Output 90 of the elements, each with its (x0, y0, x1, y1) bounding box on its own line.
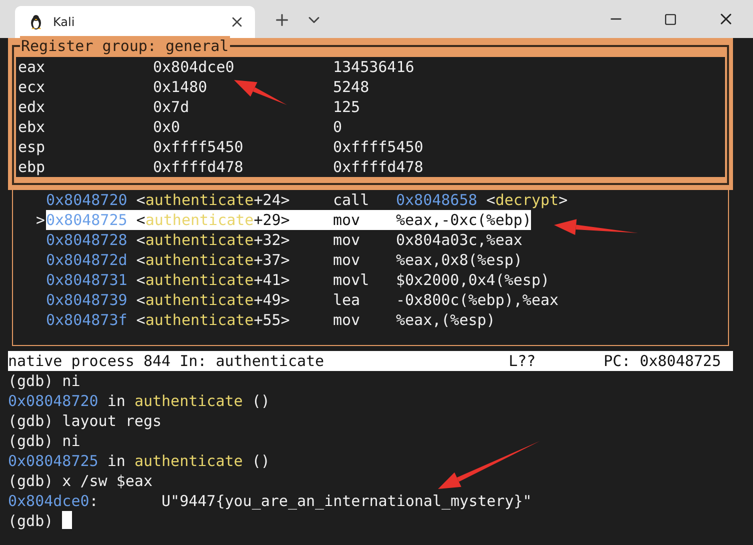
asm-text: +41> (254, 271, 290, 289)
register-hex-value: 0x0 (153, 117, 180, 137)
asm-symbol: authenticate (145, 251, 254, 269)
register-name: ebp (18, 157, 46, 177)
asm-address: 0x804873f (46, 311, 128, 329)
asm-text: < (135, 211, 146, 229)
console-address: 0x08048725 (8, 451, 98, 471)
asm-operand-text: %eax,0x8(%esp) (396, 251, 522, 269)
asm-text: < (135, 271, 146, 289)
asm-mnemonic: lea (333, 290, 360, 310)
asm-text: < (135, 251, 146, 269)
register-name: esp (18, 137, 46, 157)
asm-address: 0x8048725 (46, 211, 128, 229)
asm-symbol: authenticate (145, 211, 254, 229)
asm-text: +29> (254, 211, 290, 229)
console-text: (gdb) x /sw $eax (8, 471, 152, 491)
status-pc: PC: 0x8048725 (604, 351, 722, 371)
register-value: 134536416 (333, 57, 414, 77)
asm-operand-text: -0x800c(%ebp),%eax (396, 291, 559, 309)
console-text: () (250, 451, 270, 471)
asm-mnemonic: mov (333, 230, 360, 250)
asm-address: 0x804872d (46, 251, 128, 269)
console-symbol: authenticate (134, 451, 243, 471)
register-name: eax (18, 57, 46, 77)
asm-mnemonic: movl (333, 270, 370, 290)
register-panel-title: Register group: general (20, 36, 230, 56)
asm-text: +32> (254, 231, 290, 249)
console-address: 0x08048720 (8, 391, 98, 411)
register-name: edx (18, 97, 46, 117)
console-text: : U"9447{you_are_an_international_mystery}" (89, 491, 532, 511)
console-text: in (106, 451, 126, 471)
status-process: native process 844 In: authenticate (8, 351, 326, 371)
console-address: 0x804dce0 (8, 491, 90, 511)
register-hex-value: 0x7d (153, 97, 190, 117)
tab-title: Kali (53, 15, 76, 29)
console-text: (gdb) ni (8, 431, 80, 451)
register-name: ebx (18, 117, 46, 137)
asm-mnemonic: mov (333, 210, 360, 230)
asm-mnemonic: call (333, 190, 370, 210)
asm-operand-text: 0x804a03c,%eax (396, 231, 522, 249)
register-hex-value: 0x1480 (153, 77, 208, 97)
maximize-icon[interactable] (664, 12, 677, 26)
register-hex-value: 0x804dce0 (153, 57, 234, 77)
asm-address: 0x8048728 (46, 231, 128, 249)
asm-symbol: authenticate (145, 291, 254, 309)
asm-symbol: authenticate (145, 311, 254, 329)
asm-symbol: authenticate (145, 271, 254, 289)
terminal-tab[interactable]: Kali (15, 6, 255, 38)
register-value: 125 (333, 97, 360, 117)
register-value: 0 (333, 117, 342, 137)
asm-text: < (135, 291, 146, 309)
console-text: (gdb) layout regs (8, 411, 162, 431)
annotation-arrow (234, 80, 287, 105)
console-prompt: (gdb) (8, 511, 54, 531)
asm-text: +55> (254, 311, 290, 329)
asm-address: 0x8048739 (46, 291, 128, 309)
asm-mnemonic: mov (333, 250, 360, 270)
register-hex-value: 0xffff5450 (153, 137, 244, 157)
asm-symbol: authenticate (145, 191, 254, 209)
register-value: 0xffff5450 (333, 137, 424, 157)
console-text: in (106, 391, 126, 411)
register-name: ecx (18, 77, 46, 97)
asm-address: 0x8048720 (46, 191, 128, 209)
asm-text: < (135, 191, 146, 209)
asm-symbol: authenticate (145, 231, 254, 249)
asm-operand-text: < (485, 191, 496, 209)
asm-text: < (135, 311, 146, 329)
status-line: L?? (508, 351, 537, 371)
penguin-icon (29, 14, 43, 30)
asm-operand-symbol: decrypt (495, 191, 559, 209)
new-tab-icon[interactable] (273, 11, 291, 29)
current-line-pointer: > (36, 210, 46, 230)
console-symbol: authenticate (134, 391, 243, 411)
text-cursor (62, 511, 72, 529)
asm-operand-text: %eax,(%esp) (396, 311, 496, 329)
asm-mnemonic: mov (333, 310, 360, 330)
register-value: 5248 (333, 77, 370, 97)
asm-text: +37> (254, 251, 290, 269)
asm-operand-text: %eax,-0xc(%ebp) (396, 211, 532, 229)
register-hex-value: 0xffffd478 (153, 157, 244, 177)
console-text: () (250, 391, 270, 411)
console-text: (gdb) ni (8, 371, 80, 391)
asm-text: +24> (254, 191, 290, 209)
asm-text: +49> (254, 291, 290, 309)
asm-operand-address: 0x8048658 (396, 191, 478, 209)
asm-address: 0x8048731 (46, 271, 128, 289)
asm-operand-text: $0x2000,0x4(%esp) (396, 271, 550, 289)
register-value: 0xffffd478 (333, 157, 424, 177)
asm-text: < (135, 231, 146, 249)
asm-operand-text: > (558, 191, 568, 209)
